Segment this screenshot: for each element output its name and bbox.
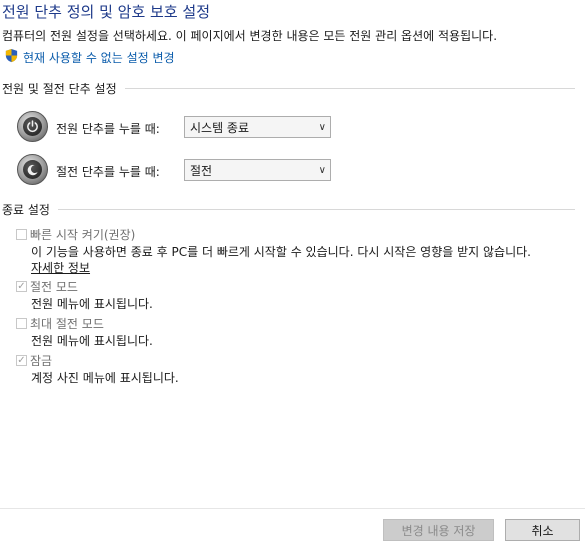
sleep-mode-description: 전원 메뉴에 표시됩니다. (31, 297, 153, 311)
power-buttons-section-header: 전원 및 절전 단추 설정 (2, 80, 575, 97)
change-unavailable-settings-link[interactable]: 현재 사용할 수 없는 설정 변경 (4, 48, 175, 66)
lock-label: 잠금 (30, 354, 53, 368)
hibernate-checkbox[interactable] (16, 318, 27, 329)
sleep-mode-option[interactable]: ✓ 절전 모드 (16, 278, 78, 295)
section-divider (124, 88, 575, 89)
uac-shield-icon (4, 48, 19, 66)
fast-startup-description: 이 기능을 사용하면 종료 후 PC를 더 빠르게 시작할 수 있습니다. 다시… (31, 245, 531, 259)
change-unavailable-settings-label[interactable]: 현재 사용할 수 없는 설정 변경 (23, 49, 175, 66)
hibernate-label: 최대 절전 모드 (30, 317, 104, 331)
hibernate-description: 전원 메뉴에 표시됩니다. (31, 334, 153, 348)
sleep-button-action-select[interactable]: 절전 ∨ (184, 159, 331, 181)
fast-startup-checkbox[interactable] (16, 229, 27, 240)
page-title: 전원 단추 정의 및 암호 보호 설정 (2, 3, 211, 21)
sleep-button-icon (17, 154, 48, 185)
lock-option[interactable]: ✓ 잠금 (16, 352, 52, 369)
section-divider (57, 209, 575, 210)
hibernate-option[interactable]: 최대 절전 모드 (16, 315, 104, 332)
sleep-button-action-value: 절전 (190, 163, 213, 178)
shutdown-heading: 종료 설정 (2, 203, 50, 217)
lock-description: 계정 사진 메뉴에 표시됩니다. (31, 371, 179, 385)
power-button-label: 전원 단추를 누를 때: (56, 122, 160, 136)
power-button-icon (17, 111, 48, 142)
chevron-down-icon: ∨ (318, 121, 326, 133)
footer-divider (0, 508, 585, 509)
sleep-mode-checkbox[interactable]: ✓ (16, 281, 27, 292)
chevron-down-icon: ∨ (318, 164, 326, 176)
shutdown-section-header: 종료 설정 (2, 201, 575, 218)
power-button-action-select[interactable]: 시스템 종료 ∨ (184, 116, 331, 138)
fast-startup-label: 빠른 시작 켜기(권장) (30, 228, 136, 242)
more-info-link[interactable]: 자세한 정보 (31, 259, 90, 276)
power-buttons-heading: 전원 및 절전 단추 설정 (2, 82, 117, 96)
save-changes-button[interactable]: 변경 내용 저장 (383, 519, 494, 541)
sleep-mode-label: 절전 모드 (30, 280, 78, 294)
power-button-action-value: 시스템 종료 (190, 120, 250, 135)
fast-startup-option[interactable]: 빠른 시작 켜기(권장) (16, 226, 135, 243)
sleep-button-label: 절전 단추를 누를 때: (56, 165, 160, 179)
cancel-button[interactable]: 취소 (505, 519, 580, 541)
page-subtitle: 컴퓨터의 전원 설정을 선택하세요. 이 페이지에서 변경한 내용은 모든 전원… (2, 29, 498, 43)
lock-checkbox[interactable]: ✓ (16, 355, 27, 366)
